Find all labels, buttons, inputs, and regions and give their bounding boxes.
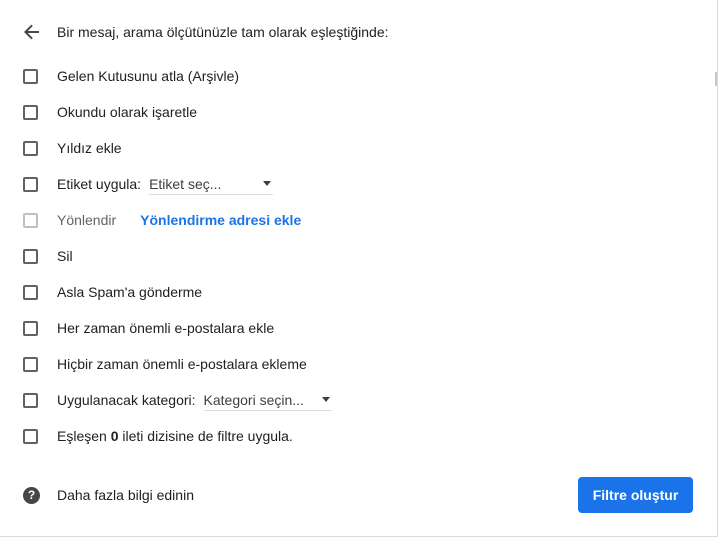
apply-label-label[interactable]: Etiket uygula:: [57, 176, 141, 192]
also-apply-prefix: Eşleşen: [57, 428, 107, 444]
never-spam-label[interactable]: Asla Spam'a gönderme: [57, 284, 202, 300]
always-important-checkbox[interactable]: [23, 320, 38, 336]
apply-label-checkbox[interactable]: [23, 176, 38, 192]
delete-label[interactable]: Sil: [57, 248, 73, 264]
option-categorize: Uygulanacak kategori: Kategori seçin...: [23, 390, 332, 411]
filter-header: Bir mesaj, arama ölçütünüzle tam olarak …: [22, 22, 389, 42]
never-important-label[interactable]: Hiçbir zaman önemli e-postalara ekleme: [57, 356, 307, 372]
option-star: Yıldız ekle: [23, 138, 122, 158]
option-always-important: Her zaman önemli e-postalara ekle: [23, 318, 274, 338]
option-delete: Sil: [23, 246, 73, 266]
skip-inbox-label[interactable]: Gelen Kutusunu atla (Arşivle): [57, 68, 239, 84]
learn-more: ? Daha fazla bilgi edinin: [23, 485, 194, 505]
category-select[interactable]: Kategori seçin...: [203, 390, 332, 411]
option-skip-inbox: Gelen Kutusunu atla (Arşivle): [23, 66, 239, 86]
option-also-apply: Eşleşen 0 ileti dizisine de filtre uygul…: [23, 426, 293, 446]
dropdown-caret-icon: [263, 181, 272, 186]
delete-checkbox[interactable]: [23, 248, 38, 264]
label-select[interactable]: Etiket seç...: [149, 174, 274, 195]
also-apply-suffix: ileti dizisine de filtre uygula.: [122, 428, 293, 444]
learn-more-text[interactable]: Daha fazla bilgi edinin: [57, 487, 194, 503]
label-select-value: Etiket seç...: [149, 175, 222, 192]
skip-inbox-checkbox[interactable]: [23, 68, 38, 84]
arrow-back-icon[interactable]: [22, 22, 42, 42]
categorize-checkbox[interactable]: [23, 392, 38, 408]
filter-criteria-title: Bir mesaj, arama ölçütünüzle tam olarak …: [57, 24, 389, 40]
option-never-spam: Asla Spam'a gönderme: [23, 282, 202, 302]
mark-read-checkbox[interactable]: [23, 104, 38, 120]
matching-count: 0: [110, 428, 119, 444]
always-important-label[interactable]: Her zaman önemli e-postalara ekle: [57, 320, 274, 336]
option-mark-read: Okundu olarak işaretle: [23, 102, 197, 122]
categorize-label[interactable]: Uygulanacak kategori:: [57, 392, 196, 408]
also-apply-label[interactable]: Eşleşen 0 ileti dizisine de filtre uygul…: [57, 428, 293, 444]
never-spam-checkbox[interactable]: [23, 284, 38, 300]
category-select-value: Kategori seçin...: [203, 391, 304, 408]
filter-options-panel: Bir mesaj, arama ölçütünüzle tam olarak …: [0, 0, 718, 537]
option-apply-label: Etiket uygula: Etiket seç...: [23, 174, 274, 195]
never-important-checkbox[interactable]: [23, 356, 38, 372]
create-filter-button[interactable]: Filtre oluştur: [578, 477, 693, 513]
add-forwarding-address-link[interactable]: Yönlendirme adresi ekle: [140, 212, 301, 228]
star-label[interactable]: Yıldız ekle: [57, 140, 122, 156]
forward-label: Yönlendir: [57, 212, 117, 228]
dropdown-caret-icon: [321, 397, 330, 402]
option-forward: Yönlendir Yönlendirme adresi ekle: [23, 210, 301, 230]
star-checkbox[interactable]: [23, 140, 38, 156]
also-apply-checkbox[interactable]: [23, 428, 38, 444]
mark-read-label[interactable]: Okundu olarak işaretle: [57, 104, 197, 120]
scrollbar-thumb[interactable]: [715, 72, 717, 86]
option-never-important: Hiçbir zaman önemli e-postalara ekleme: [23, 354, 307, 374]
forward-checkbox[interactable]: [23, 212, 38, 228]
help-icon[interactable]: ?: [23, 486, 40, 504]
